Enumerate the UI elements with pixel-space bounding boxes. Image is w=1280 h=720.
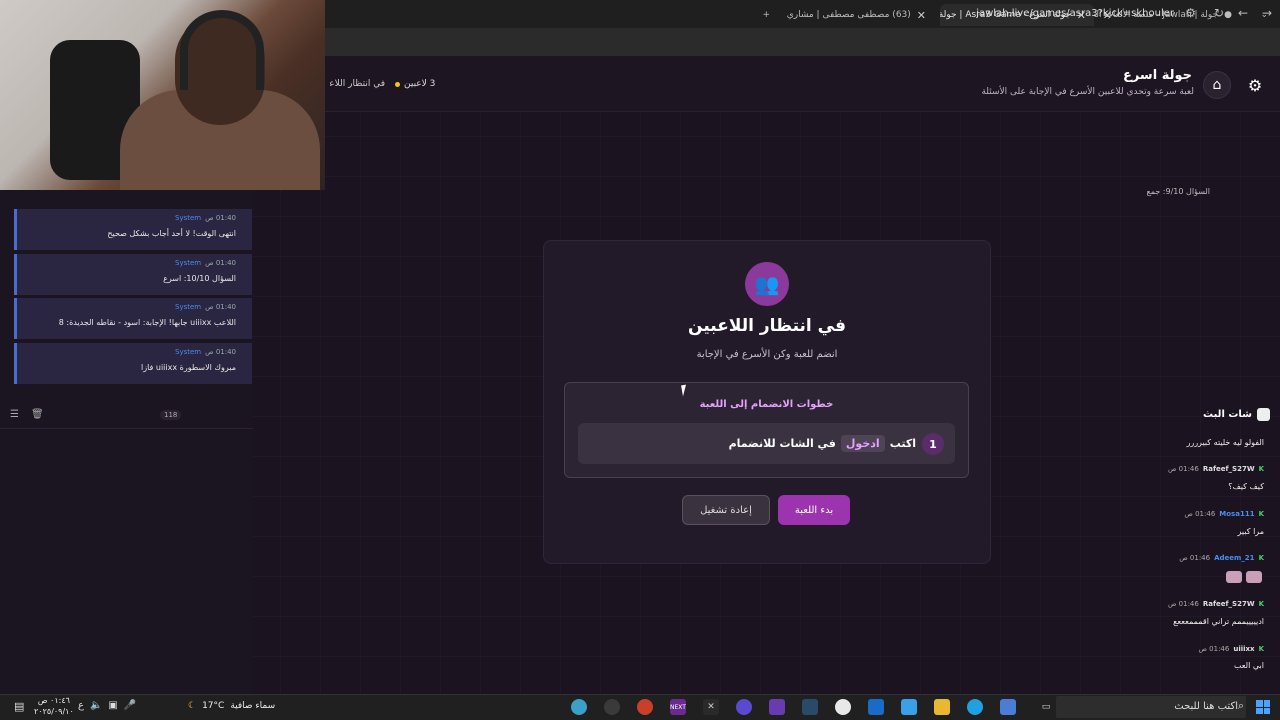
chat-message-meta: K Rafeef_S27W 01:46 ص	[1167, 465, 1264, 473]
chat-count-badge: 118	[160, 410, 182, 420]
trash-icon[interactable]: 🗑	[31, 409, 44, 420]
app-icon[interactable]	[736, 699, 752, 715]
app-icon[interactable]	[571, 699, 587, 715]
badge-icon: K	[1258, 645, 1264, 653]
taskbar-clock[interactable]: ٠١:٤٦ ص ٢٠٢٥/٠٩/١٠	[34, 695, 74, 717]
tab-label: (63) مصطفى مصطفى | مشاري	[786, 10, 911, 20]
app-icon[interactable]	[637, 699, 653, 715]
system-tray: ع 🔈 ▣ 🎤	[78, 700, 136, 711]
obs-icon[interactable]	[604, 699, 620, 715]
chat-message-meta: K Adeem_21 01:46 ص	[1179, 554, 1264, 562]
badge-icon: K	[1258, 600, 1264, 608]
chat-message-text: اديييييممم تراني اقمممعععع	[1173, 617, 1264, 626]
network-icon[interactable]: ▣	[108, 700, 117, 711]
chat-title: شات البث	[1203, 409, 1252, 420]
chat-message-text: مرا كبير	[1237, 527, 1264, 536]
chrome-icon[interactable]	[835, 699, 851, 715]
windows-start-icon[interactable]	[1256, 700, 1270, 714]
moon-icon: ☾	[188, 701, 197, 711]
next-app-icon[interactable]: NEXT	[670, 699, 686, 715]
system-message: 01:40 ص System انتهى الوقت! لا أحد أجاب ب…	[14, 209, 252, 250]
system-message: 01:40 ص System اللاعب uiiixx جابها! الإجا…	[14, 298, 252, 339]
headphones	[180, 10, 264, 90]
menu-icon[interactable]: ☰	[10, 409, 19, 420]
app-icon[interactable]	[769, 699, 785, 715]
close-tab-icon[interactable]: ✕	[917, 9, 926, 22]
search-placeholder: اكتب هنا للبحث	[1174, 701, 1238, 712]
system-message-partial: السؤال 9/10: جمع	[1146, 187, 1210, 196]
forward-icon[interactable]: ←	[1238, 6, 1248, 20]
start-game-button[interactable]: بدء اللعبة	[778, 495, 850, 525]
users-icon: 👥	[745, 262, 789, 306]
stream-chat-panel	[0, 400, 253, 694]
microphone-icon[interactable]: 🎤	[124, 700, 136, 711]
gear-icon[interactable]: ⚙	[1242, 72, 1268, 98]
volume-icon[interactable]: 🔈	[90, 700, 102, 711]
home-button[interactable]: ⌂	[1203, 71, 1231, 99]
system-message: 01:40 ص System السؤال 10/10: اسرع	[14, 254, 252, 295]
outlook-icon[interactable]	[868, 699, 884, 715]
weather-widget[interactable]: سماء صافية 17°C ☾	[188, 701, 275, 711]
step-number: 1	[922, 433, 944, 455]
page-title: جولة اسرع	[1122, 68, 1192, 83]
player-count: 3 لاعبين	[395, 79, 435, 89]
system-message: 01:40 ص System مبروك الاسطورة uiiixx فازا	[14, 343, 252, 384]
card-subtitle: انضم للعبة وكن الأسرع في الإجابة	[696, 349, 838, 360]
back-icon[interactable]: →	[1262, 6, 1272, 20]
steps-title: خطوات الانضمام إلى اللعبة	[699, 399, 834, 410]
page-subtitle: لعبة سرعة وتحدي للاعبين الأسرع في الإجاب…	[981, 87, 1194, 97]
language-indicator[interactable]: ع	[78, 700, 84, 711]
emote-icon	[1246, 571, 1262, 583]
site-settings-icon[interactable]: ⚙	[1185, 6, 1196, 20]
store-icon[interactable]	[901, 699, 917, 715]
notification-icon[interactable]: ▤	[14, 700, 24, 713]
steam-icon[interactable]	[802, 699, 818, 715]
reload-icon[interactable]: ↻	[1214, 6, 1224, 20]
badge-icon: K	[1258, 510, 1264, 518]
file-explorer-icon[interactable]	[934, 699, 950, 715]
game-status: في انتظار اللاعبين	[330, 79, 385, 89]
emote-icon	[1226, 571, 1242, 583]
chat-message-meta: K Rafeef_S27W 01:46 ص	[1167, 600, 1264, 608]
home-icon: ⌂	[1212, 77, 1222, 93]
restart-button[interactable]: إعادة تشغيل	[682, 495, 770, 525]
card-title: في انتظار اللاعبين	[688, 316, 846, 336]
app-icon[interactable]	[1000, 699, 1016, 715]
xbox-icon[interactable]: ✕	[703, 699, 719, 715]
chat-message-meta: Kuiiixx 01:46 ص	[1198, 645, 1264, 653]
chat-message-meta: K Mosa111 01:46 ص	[1184, 510, 1264, 518]
webcam-overlay	[0, 0, 325, 190]
step-text: اكتب ادخول في الشات للانضمام	[728, 435, 916, 452]
emote-images	[1226, 571, 1262, 583]
badge-icon: K	[1258, 465, 1264, 473]
tab-favicon: ●	[1224, 10, 1232, 20]
task-view-icon[interactable]: ▭	[1038, 699, 1054, 715]
chat-message-text: كيف كيف؟	[1228, 482, 1264, 491]
status-dot-icon	[395, 81, 400, 87]
chat-message-text: ابي العب	[1233, 661, 1264, 670]
search-icon: ⌕	[1237, 699, 1244, 712]
new-tab-button[interactable]: +	[758, 4, 778, 26]
chat-icon	[1257, 408, 1270, 421]
chat-message-text: الفولو ليه خليته كبيرررر	[1186, 438, 1264, 447]
url-field[interactable]: jawlah.live/games/asra3?kick=skhouler	[976, 8, 1174, 19]
step-keyword: ادخول	[840, 435, 885, 452]
edge-icon[interactable]	[967, 699, 983, 715]
badge-icon: K	[1258, 554, 1264, 562]
tab-youtube[interactable]: ✕ (63) مصطفى مصطفى | مشاري	[782, 4, 934, 26]
